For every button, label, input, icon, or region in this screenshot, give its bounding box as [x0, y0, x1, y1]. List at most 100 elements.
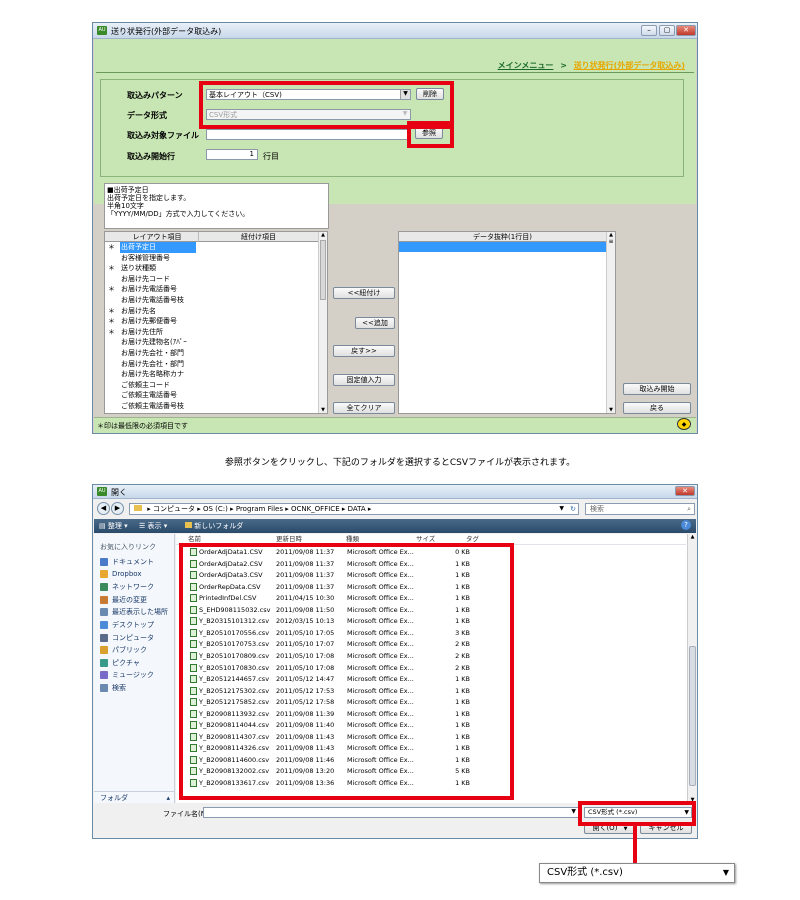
forward-icon[interactable]: ▶: [111, 502, 124, 515]
add-button[interactable]: <<追加: [355, 317, 395, 329]
search-box[interactable]: 検索 ⌕: [585, 503, 695, 515]
nav-item[interactable]: パブリック: [100, 645, 147, 655]
fixed-value-button[interactable]: 固定値入力: [333, 374, 395, 386]
col-link-item[interactable]: 紐付け項目: [198, 232, 318, 242]
layout-list-row[interactable]: お届け先コード: [105, 274, 327, 285]
layout-list-row[interactable]: お届け先名略称カナ: [105, 369, 327, 380]
path-computer[interactable]: コンピュータ: [153, 505, 195, 513]
return-button[interactable]: 戻す>>: [333, 345, 395, 357]
layout-item-name: お届け先会社・部門: [121, 348, 184, 357]
layout-item-name: お届け先名: [121, 306, 156, 315]
layout-item-name: ご依頼主電話番号枝: [121, 401, 184, 410]
required-note: ＊印は最低限の必須項目です: [97, 422, 188, 430]
dialog-close-button[interactable]: ✕: [675, 486, 695, 496]
nav-item[interactable]: 最近の変更: [100, 595, 147, 605]
nav-item[interactable]: ネットワーク: [100, 582, 154, 592]
maximize-button[interactable]: ▢: [659, 25, 675, 36]
required-mark: ＊: [108, 285, 115, 294]
minimize-button[interactable]: –: [641, 25, 657, 36]
layout-list-row[interactable]: ご依頼主コード: [105, 380, 327, 391]
nav-item[interactable]: 検索: [100, 683, 126, 693]
format-label: データ形式: [127, 111, 167, 120]
chevron-down-icon[interactable]: ▼: [624, 826, 628, 832]
data-preview-scrollbar[interactable]: ▲ ≡ ▼: [606, 232, 615, 413]
nav-item-icon: [100, 569, 108, 578]
layout-list-row[interactable]: ご依頼主電話番号枝: [105, 401, 327, 412]
nav-item-label: コンピュータ: [112, 633, 154, 642]
nav-back-forward[interactable]: ◀ ▶: [97, 502, 124, 515]
file-input[interactable]: [206, 129, 411, 140]
path-ocnk[interactable]: OCNK_OFFICE: [291, 505, 340, 513]
scroll-thumb[interactable]: [689, 646, 696, 786]
layout-scrollbar[interactable]: ▲ ▼: [318, 232, 327, 413]
nav-item[interactable]: 最近表示した場所: [100, 607, 168, 617]
help-icon[interactable]: ?: [681, 520, 691, 530]
nav-item[interactable]: ミュージック: [100, 670, 154, 680]
col-layout-item[interactable]: レイアウト項目: [117, 232, 197, 242]
new-folder-button[interactable]: 新しいフォルダ: [185, 521, 243, 531]
layout-list-row[interactable]: お客様管理番号: [105, 253, 327, 264]
help-textbox: ■出荷予定日 出荷予定日を指定します。 半角10文字 「YYYY/MM/DD」方…: [104, 183, 329, 229]
required-mark: ＊: [108, 264, 115, 273]
back-icon[interactable]: ◀: [97, 502, 110, 515]
chevron-down-icon[interactable]: ▼: [571, 808, 576, 815]
layout-list-header: レイアウト項目 紐付け項目: [105, 232, 327, 242]
layout-list-row[interactable]: ご依頼主電話番号: [105, 390, 327, 401]
file-label: 取込み対象ファイル: [127, 131, 199, 140]
nav-item[interactable]: コンピュータ: [100, 633, 154, 643]
callout-filetype-value: CSV形式 (*.csv): [547, 867, 623, 878]
layout-list-row[interactable]: お届け先会社・部門: [105, 359, 327, 370]
close-button[interactable]: ✕: [676, 25, 696, 36]
address-bar[interactable]: ▸ コンピュータ ▸ OS (C:) ▸ Program Files ▸ OCN…: [129, 503, 579, 515]
data-preview-selected-row[interactable]: [399, 242, 606, 252]
layout-list-row[interactable]: お届け先電話番号枝: [105, 295, 327, 306]
navigation-pane: お気に入りリンク ドキュメント Dropbox ネットワーク 最近の変更 最近表示した場…: [94, 534, 175, 803]
nav-item[interactable]: デスクトップ: [100, 620, 154, 630]
nav-item-icon: [100, 583, 108, 592]
layout-list-row[interactable]: ＊ お届け先電話番号: [105, 284, 327, 295]
organize-button[interactable]: ▤ 整理 ▾: [99, 521, 128, 531]
path-program-files[interactable]: Program Files: [236, 505, 283, 513]
start-row-input[interactable]: 1: [206, 149, 258, 160]
import-start-button[interactable]: 取込み開始: [623, 383, 691, 395]
layout-list-row[interactable]: ＊ お届け先名: [105, 306, 327, 317]
nav-item-label: 最近の変更: [112, 595, 147, 604]
filename-input[interactable]: ▼: [203, 807, 579, 818]
required-mark: ＊: [108, 243, 115, 251]
layout-item-name: ご依頼主電話番号: [121, 391, 177, 400]
nav-item-label: デスクトップ: [112, 621, 154, 629]
layout-list-row[interactable]: お届け先会社・部門: [105, 348, 327, 359]
cat-logo-icon: ◆: [677, 418, 691, 430]
breadcrumb: メインメニュー > 送り状発行(外部データ取込み): [498, 60, 685, 71]
layout-list-row[interactable]: お届け先建物名(ｱﾊﾟｰ: [105, 337, 327, 348]
address-dropdown-icon[interactable]: ▼: [559, 504, 564, 514]
layout-list-row[interactable]: ＊ お届け先郵便番号: [105, 316, 327, 327]
nav-item[interactable]: Dropbox: [100, 569, 142, 578]
layout-list-row[interactable]: ＊ 出荷予定日: [105, 242, 327, 253]
nav-item-label: ピクチャ: [112, 658, 140, 667]
data-preview-list[interactable]: データ抜粋(1行目) ▲ ≡ ▼: [398, 231, 616, 414]
organize-icon: ▤: [99, 522, 108, 530]
views-button[interactable]: ☰ 表示 ▾: [139, 521, 167, 531]
layout-list-row[interactable]: ＊ お届け先住所: [105, 327, 327, 338]
path-data[interactable]: DATA: [348, 505, 366, 513]
breadcrumb-menu-link[interactable]: メインメニュー: [498, 61, 554, 70]
file-list-scrollbar[interactable]: ▲ ▼: [687, 534, 697, 803]
layout-list-row[interactable]: ご依頼主名: [105, 412, 327, 414]
help-line: 出荷予定日を指定します。: [107, 194, 191, 202]
layout-item-name: ご依頼主名: [120, 412, 196, 414]
nav-item[interactable]: ドキュメント: [100, 557, 154, 567]
clear-all-button[interactable]: 全てクリア: [333, 402, 395, 414]
folders-toggle[interactable]: フォルダ ▴: [94, 791, 174, 803]
path-drive[interactable]: OS (C:): [203, 505, 228, 513]
start-row-unit: 行目: [263, 152, 279, 161]
layout-list[interactable]: レイアウト項目 紐付け項目 ＊ 出荷予定日 お客様管理番号 ＊ 送り状種類 お届け先コード…: [104, 231, 328, 414]
layout-list-row[interactable]: ＊ 送り状種類: [105, 263, 327, 274]
link-button[interactable]: <<紐付け: [333, 287, 395, 299]
refresh-icon[interactable]: ↻: [570, 504, 576, 514]
folder-icon: [134, 505, 142, 511]
back-button[interactable]: 戻る: [623, 402, 691, 414]
layout-item-name: お届け先コード: [121, 274, 170, 283]
scroll-thumb[interactable]: [320, 240, 326, 300]
nav-item[interactable]: ピクチャ: [100, 658, 140, 668]
